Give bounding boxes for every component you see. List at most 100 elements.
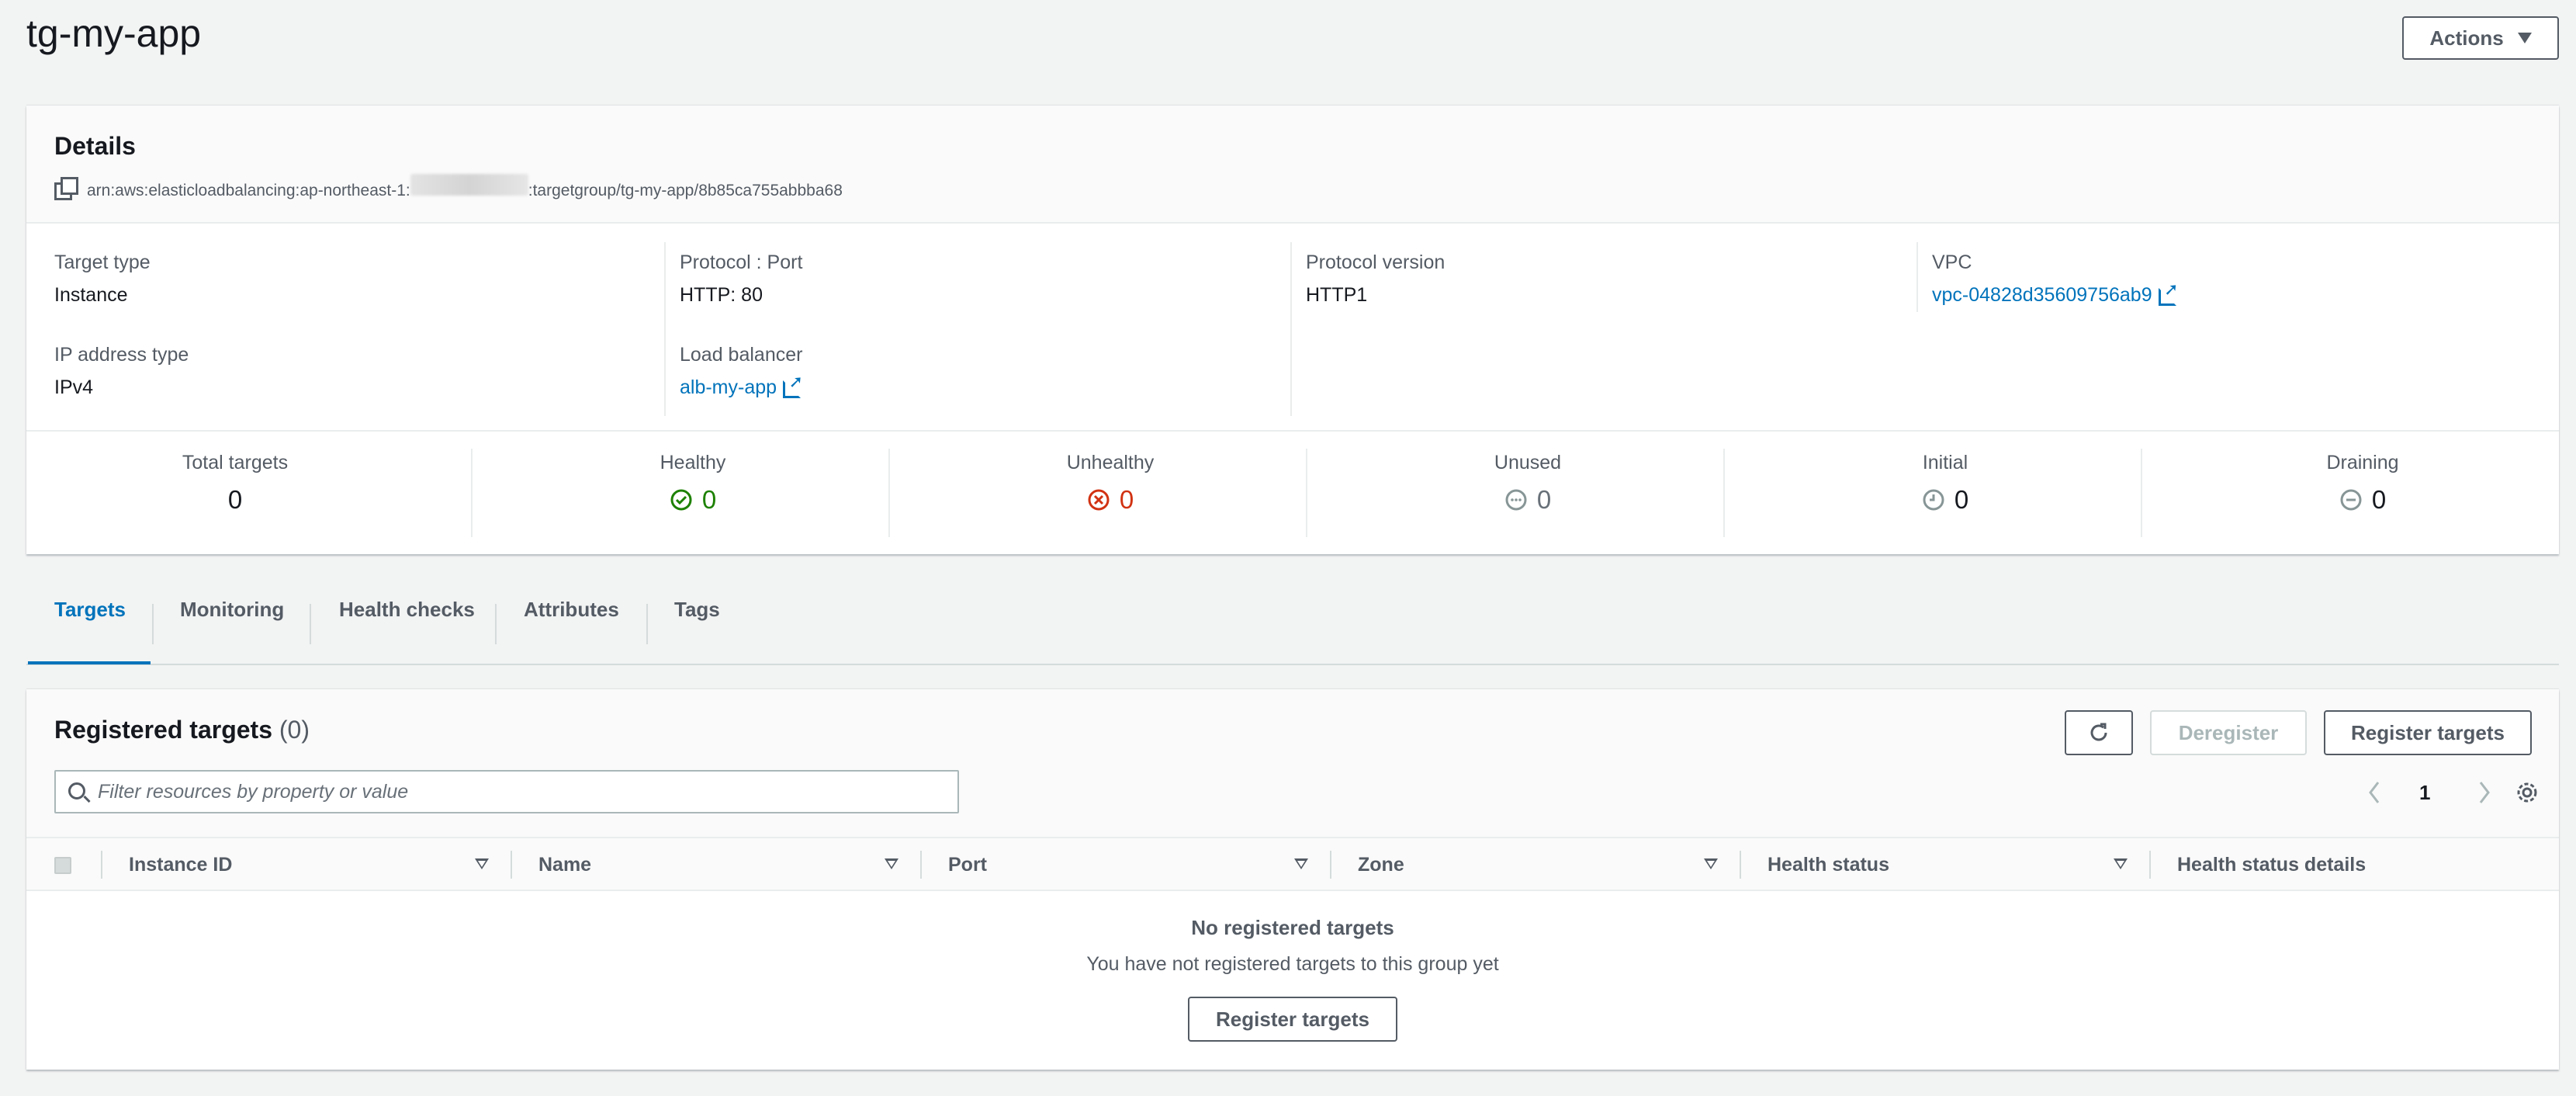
- stat-healthy: Healthy 0: [484, 452, 902, 515]
- column-separator: [2149, 851, 2151, 879]
- check-circle-icon: [670, 489, 692, 511]
- vpc-label: VPC: [1932, 251, 1972, 273]
- column-health-status-details[interactable]: Health status details: [2177, 854, 2366, 876]
- column-name[interactable]: Name: [538, 854, 591, 876]
- ip-address-type-value: IPv4: [54, 376, 94, 398]
- stat-total-targets: Total targets 0: [26, 452, 444, 515]
- registered-targets-label: Registered targets: [54, 716, 272, 744]
- registered-targets-count: (0): [279, 716, 310, 744]
- stat-number: 0: [227, 485, 243, 514]
- stat-value: 0: [26, 485, 444, 515]
- column-port[interactable]: Port: [948, 854, 987, 876]
- tab-separator: [152, 604, 154, 644]
- stat-unused: Unused 0: [1319, 452, 1736, 515]
- column-separator: [1330, 851, 1331, 879]
- stat-divider: [1723, 449, 1725, 537]
- details-title: Details: [54, 132, 136, 160]
- refresh-icon: [2090, 723, 2107, 741]
- stat-number: 0: [701, 485, 717, 514]
- tab-monitoring[interactable]: Monitoring: [180, 598, 284, 622]
- tab-health-checks[interactable]: Health checks: [339, 598, 475, 622]
- tab-tags[interactable]: Tags: [674, 598, 720, 622]
- tab-separator: [495, 604, 497, 644]
- stat-draining: Draining 0: [2154, 452, 2571, 515]
- protocol-version-label: Protocol version: [1306, 251, 1446, 273]
- stat-unhealthy: Unhealthy 0: [902, 452, 1319, 515]
- actions-button[interactable]: Actions: [2402, 16, 2559, 60]
- registered-targets-title: Registered targets (0): [54, 716, 310, 744]
- column-health-status[interactable]: Health status: [1768, 854, 1889, 876]
- gear-icon[interactable]: [2514, 779, 2540, 806]
- page-title: tg-my-app: [26, 12, 202, 55]
- stats-divider: [26, 430, 2559, 432]
- tab-targets[interactable]: Targets: [54, 598, 126, 622]
- stat-label: Initial: [1922, 452, 1968, 473]
- deregister-button[interactable]: Deregister: [2150, 710, 2307, 755]
- arn-text: arn:aws:elasticloadbalancing:ap-northeas…: [87, 174, 843, 200]
- stat-label: Unhealthy: [1066, 452, 1155, 473]
- column-separator: [920, 851, 922, 879]
- stat-value: 0: [484, 485, 902, 515]
- column-zone[interactable]: Zone: [1358, 854, 1404, 876]
- stat-number: 0: [1536, 485, 1552, 514]
- filter-triangle-icon[interactable]: [1704, 858, 1718, 869]
- column-separator: [511, 851, 512, 879]
- target-type-label: Target type: [54, 251, 151, 273]
- stat-number: 0: [2371, 485, 2387, 514]
- load-balancer-link[interactable]: alb-my-app: [680, 373, 803, 399]
- registered-targets-panel: Registered targets (0) Deregister Regist…: [26, 689, 2559, 1070]
- vpc-link[interactable]: vpc-04828d35609756ab9: [1932, 280, 2179, 307]
- register-targets-button[interactable]: Register targets: [2324, 710, 2532, 755]
- external-link-icon: [2158, 280, 2179, 306]
- column-divider: [1916, 242, 1918, 312]
- table-header: Instance ID Name Port Zone Health status…: [26, 837, 2559, 891]
- stat-divider: [1306, 449, 1307, 537]
- target-type-value: Instance: [54, 284, 128, 306]
- page-number[interactable]: 1: [2419, 781, 2430, 805]
- stat-divider: [471, 449, 473, 537]
- details-panel: Details arn:aws:elasticloadbalancing:ap-…: [26, 106, 2559, 554]
- filter-triangle-icon[interactable]: [2114, 858, 2128, 869]
- stat-label: Total targets: [182, 452, 289, 473]
- protocol-port-label: Protocol : Port: [680, 251, 803, 273]
- details-header: Details arn:aws:elasticloadbalancing:ap-…: [26, 106, 2559, 224]
- stat-divider: [2141, 449, 2142, 537]
- protocol-port-value: HTTP: 80: [680, 284, 763, 306]
- stat-value: 0: [1319, 485, 1736, 515]
- minus-circle-icon: [2340, 489, 2362, 511]
- select-all-checkbox[interactable]: [54, 857, 71, 874]
- search-icon: [68, 782, 85, 799]
- stat-label: Unused: [1494, 452, 1562, 473]
- targets-header: Registered targets (0) Deregister Regist…: [26, 689, 2559, 837]
- ip-address-type-label: IP address type: [54, 344, 189, 366]
- chevron-left-icon[interactable]: [2365, 779, 2384, 806]
- column-separator: [1740, 851, 1741, 879]
- refresh-button[interactable]: [2065, 710, 2133, 755]
- load-balancer-label: Load balancer: [680, 344, 803, 366]
- search-input[interactable]: Filter resources by property or value: [54, 770, 959, 813]
- protocol-version-value: HTTP1: [1306, 284, 1368, 306]
- stat-label: Healthy: [660, 452, 726, 473]
- stat-number: 0: [1954, 485, 1969, 514]
- empty-state-text: You have not registered targets to this …: [1086, 953, 1499, 975]
- copy-icon[interactable]: [54, 177, 78, 200]
- filter-triangle-icon[interactable]: [1294, 858, 1308, 869]
- filter-triangle-icon[interactable]: [885, 858, 898, 869]
- search-placeholder: Filter resources by property or value: [98, 780, 409, 803]
- filter-triangle-icon[interactable]: [475, 858, 489, 869]
- column-separator: [101, 851, 102, 879]
- x-circle-icon: [1088, 489, 1110, 511]
- stat-initial: Initial 0: [1736, 452, 2154, 515]
- load-balancer-link-text[interactable]: alb-my-app: [680, 376, 777, 398]
- stat-number: 0: [1119, 485, 1134, 514]
- empty-register-targets-button[interactable]: Register targets: [1188, 997, 1397, 1042]
- column-instance-id[interactable]: Instance ID: [129, 854, 232, 876]
- caret-down-icon: [2517, 33, 2532, 43]
- vpc-link-text[interactable]: vpc-04828d35609756ab9: [1932, 284, 2152, 306]
- clock-circle-icon: [1923, 489, 1944, 511]
- tab-separator: [646, 604, 648, 644]
- stat-value: 0: [1736, 485, 2154, 515]
- stat-value: 0: [902, 485, 1319, 515]
- tab-attributes[interactable]: Attributes: [524, 598, 619, 622]
- chevron-right-icon[interactable]: [2475, 779, 2494, 806]
